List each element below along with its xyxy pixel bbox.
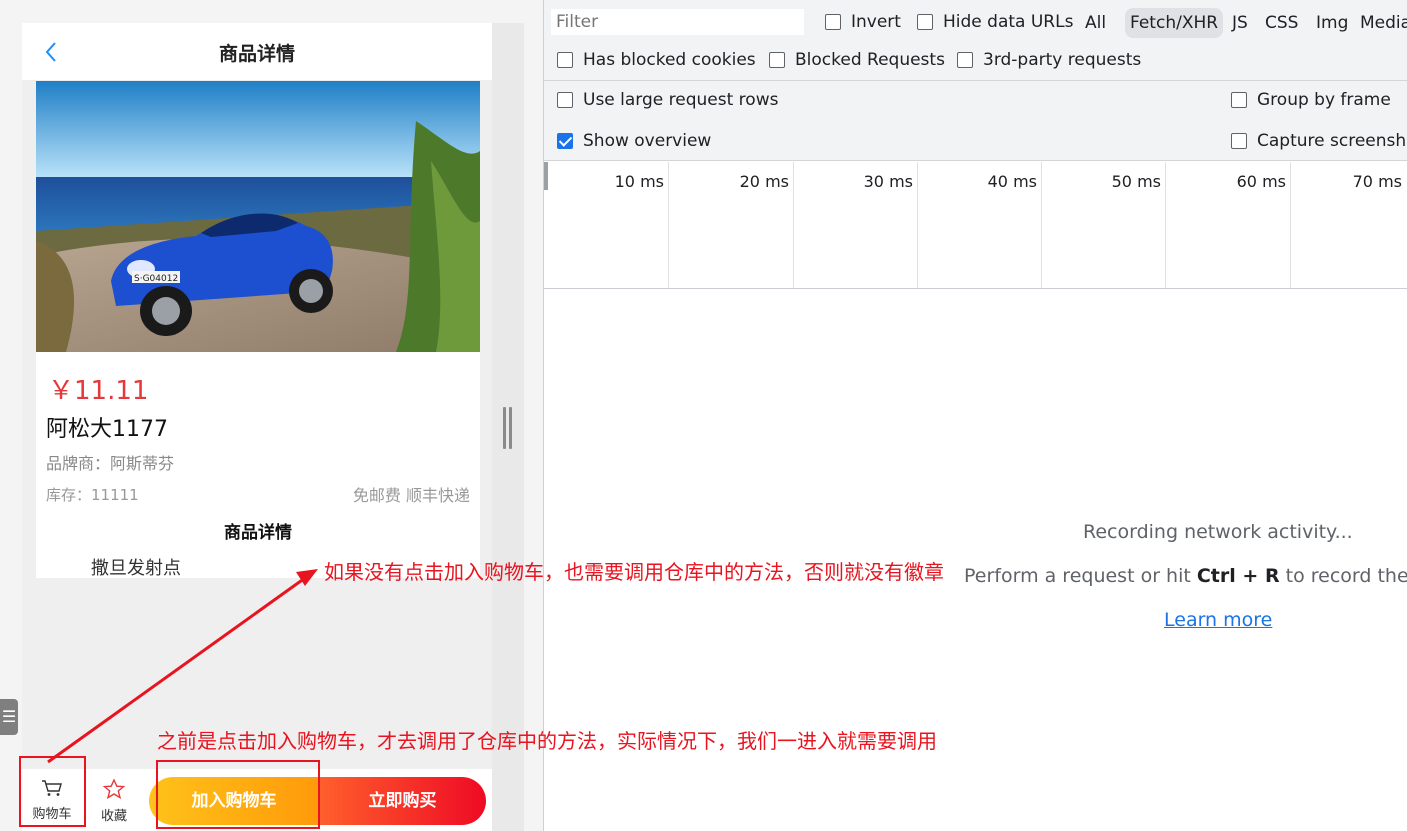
recording-hint: Perform a request or hit Ctrl + R to rec…: [964, 565, 1407, 587]
capture-screenshots-checkbox-box[interactable]: [1231, 133, 1247, 149]
hint-key-r: R: [1264, 565, 1280, 587]
timeline-tick-label: 10 ms: [614, 172, 664, 191]
goods-stock: 库存：11111: [46, 486, 139, 504]
capture-screenshots-label: Capture screenshots: [1257, 131, 1407, 151]
svg-text:S·G04012: S·G04012: [134, 274, 178, 284]
timeline-tick-label: 30 ms: [863, 172, 913, 191]
type-filter-media[interactable]: Media: [1355, 8, 1407, 38]
mobile-preview: 商品详情 S·G04012 ￥11.11 阿松大1177 品牌商：阿斯蒂芬 库存…: [0, 0, 543, 831]
capture-screenshots-checkbox[interactable]: Capture screenshots: [1231, 131, 1407, 151]
timeline-tick-label: 20 ms: [739, 172, 789, 191]
goods-brand: 品牌商：阿斯蒂芬: [46, 454, 175, 473]
buy-now-button[interactable]: 立即购买: [319, 777, 486, 825]
invert-checkbox[interactable]: Invert: [825, 12, 901, 32]
timeline-tick-label: 40 ms: [987, 172, 1037, 191]
blocked-cookies-label: Has blocked cookies: [583, 50, 756, 70]
recording-title: Recording network activity...: [1083, 521, 1353, 543]
timeline-gridline: [917, 162, 918, 288]
annotation-note-bottom: 之前是点击加入购物车，才去调用了仓库中的方法，实际情况下，我们一进入就需要调用: [157, 729, 937, 753]
star-icon: [102, 778, 126, 800]
third-party-checkbox[interactable]: 3rd-party requests: [957, 50, 1141, 70]
timeline-gridline: [668, 162, 669, 288]
show-overview-label: Show overview: [583, 131, 712, 151]
timeline-tick-label: 50 ms: [1111, 172, 1161, 191]
type-filter-fetch-xhr[interactable]: Fetch/XHR: [1125, 8, 1224, 38]
filter-input[interactable]: [550, 8, 805, 36]
large-rows-checkbox[interactable]: Use large request rows: [557, 90, 778, 110]
timeline-gridline: [1165, 162, 1166, 288]
type-filter-all[interactable]: All: [1080, 8, 1111, 38]
page-title: 商品详情: [218, 43, 295, 65]
detail-heading: 商品详情: [224, 523, 292, 543]
third-party-label: 3rd-party requests: [983, 50, 1142, 70]
hint-key-ctrl: Ctrl: [1196, 565, 1236, 587]
type-filter-js[interactable]: JS: [1227, 8, 1253, 38]
timeline-tick-label: 70 ms: [1352, 172, 1402, 191]
timeline-gridline: [1290, 162, 1291, 288]
show-overview-checkbox[interactable]: Show overview: [557, 131, 711, 151]
group-by-frame-label: Group by frame: [1257, 90, 1391, 110]
timeline-tick-label: 60 ms: [1236, 172, 1286, 191]
blocked-requests-label: Blocked Requests: [795, 50, 945, 70]
toolbar-separator: [544, 80, 1407, 81]
invert-checkbox-box[interactable]: [825, 14, 841, 30]
nav-bar: 商品详情: [22, 23, 492, 81]
menu-icon[interactable]: ☰: [0, 699, 18, 735]
hide-data-urls-label: Hide data URLs: [943, 12, 1074, 32]
devtools-network-panel: Invert Hide data URLs All Fetch/XHR JS C…: [544, 0, 1407, 831]
hint-suffix: to record the reload.: [1285, 565, 1407, 587]
annotation-box-cart: [19, 756, 86, 827]
blocked-cookies-checkbox[interactable]: Has blocked cookies: [557, 50, 756, 70]
hide-data-urls-checkbox-box[interactable]: [917, 14, 933, 30]
blocked-requests-checkbox-box[interactable]: [769, 52, 785, 68]
favorite-label: 收藏: [100, 809, 127, 824]
timeline-start-marker: [544, 162, 548, 190]
hide-data-urls-checkbox[interactable]: Hide data URLs: [917, 12, 1073, 32]
type-filter-css[interactable]: CSS: [1260, 8, 1303, 38]
detail-text: 撒旦发射点: [91, 558, 181, 579]
screen: 商品详情 S·G04012 ￥11.11 阿松大1177 品牌商：阿斯蒂芬 库存…: [0, 0, 1407, 831]
hint-plus: +: [1235, 565, 1265, 587]
large-rows-label: Use large request rows: [583, 90, 779, 110]
phone-viewport: 商品详情 S·G04012 ￥11.11 阿松大1177 品牌商：阿斯蒂芬 库存…: [22, 23, 492, 831]
group-by-frame-checkbox-box[interactable]: [1231, 92, 1247, 108]
annotation-box-add-cart: [156, 760, 320, 829]
hint-prefix: Perform a request or hit: [964, 565, 1197, 587]
large-rows-checkbox-box[interactable]: [557, 92, 573, 108]
goods-price: ￥11.11: [48, 376, 149, 406]
learn-more-link[interactable]: Learn more: [1164, 609, 1272, 631]
annotation-note-top: 如果没有点击加入购物车，也需要调用仓库中的方法，否则就没有徽章: [324, 560, 944, 584]
panel-resize-handle[interactable]: [503, 407, 513, 449]
type-filter-img[interactable]: Img: [1311, 8, 1353, 38]
blocked-cookies-checkbox-box[interactable]: [557, 52, 573, 68]
third-party-checkbox-box[interactable]: [957, 52, 973, 68]
timeline-gridline: [793, 162, 794, 288]
goods-name: 阿松大1177: [46, 417, 168, 442]
group-by-frame-checkbox[interactable]: Group by frame: [1231, 90, 1391, 110]
invert-label: Invert: [851, 12, 901, 32]
goods-shipping: 免邮费 顺丰快递: [352, 486, 470, 505]
timeline-gridline: [1041, 162, 1042, 288]
goods-card: S·G04012 ￥11.11 阿松大1177 品牌商：阿斯蒂芬 库存：1111…: [36, 81, 480, 579]
favorite-button[interactable]: 收藏: [92, 778, 136, 825]
show-overview-checkbox-box[interactable]: [557, 133, 573, 149]
goods-image: S·G04012: [36, 81, 480, 352]
blocked-requests-checkbox[interactable]: Blocked Requests: [769, 50, 945, 70]
network-overview-timeline[interactable]: 10 ms 20 ms 30 ms 40 ms 50 ms 60 ms 70 m…: [544, 162, 1407, 289]
network-toolbar: Invert Hide data URLs All Fetch/XHR JS C…: [544, 0, 1407, 161]
